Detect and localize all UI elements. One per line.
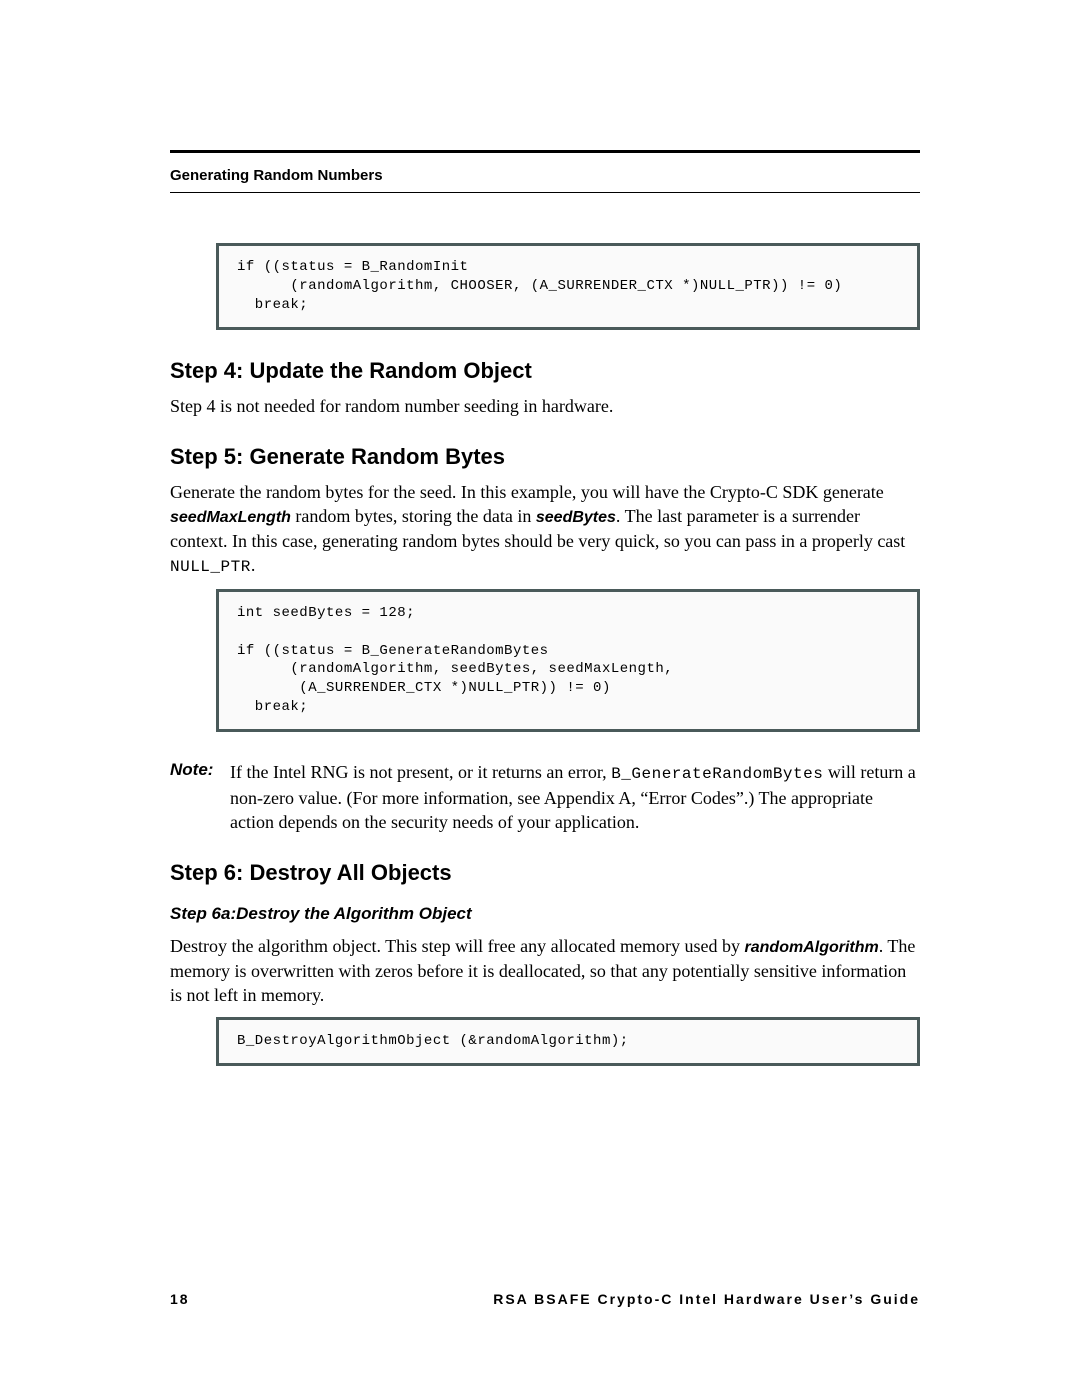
code-block-destroy: B_DestroyAlgorithmObject (&randomAlgorit… <box>216 1017 920 1066</box>
note-label: Note: <box>170 760 230 834</box>
page: Generating Random Numbers if ((status = … <box>0 0 1080 1397</box>
randomalgorithm-kw: randomAlgorithm <box>745 939 879 956</box>
seedmaxlength-kw: seedMaxLength <box>170 509 291 526</box>
step5-text-b: random bytes, storing the data in <box>291 506 536 526</box>
step6-text-a: Destroy the algorithm object. This step … <box>170 936 745 956</box>
step5-text-a: Generate the random bytes for the seed. … <box>170 482 884 502</box>
step5-para: Generate the random bytes for the seed. … <box>170 480 920 579</box>
top-rule <box>170 150 920 153</box>
page-number: 18 <box>170 1291 190 1307</box>
note-mono: B_GenerateRandomBytes <box>611 765 823 783</box>
thin-rule <box>170 192 920 193</box>
running-head: Generating Random Numbers <box>170 167 920 184</box>
code-block-randominit: if ((status = B_RandomInit (randomAlgori… <box>216 243 920 330</box>
note-body: If the Intel RNG is not present, or it r… <box>230 760 920 834</box>
seedbytes-kw: seedBytes <box>536 509 616 526</box>
step6a-title: Step 6a:Destroy the Algorithm Object <box>170 904 920 924</box>
code-block-generate: int seedBytes = 128; if ((status = B_Gen… <box>216 589 920 732</box>
doc-title-footer: RSA BSAFE Crypto-C Intel Hardware User’s… <box>493 1291 920 1307</box>
step6-para: Destroy the algorithm object. This step … <box>170 934 920 1007</box>
page-footer: 18 RSA BSAFE Crypto-C Intel Hardware Use… <box>170 1291 920 1307</box>
step4-title: Step 4: Update the Random Object <box>170 358 920 384</box>
step5-title: Step 5: Generate Random Bytes <box>170 444 920 470</box>
nullptr-inline: NULL_PTR <box>170 558 251 576</box>
step6-title: Step 6: Destroy All Objects <box>170 860 920 886</box>
note-text-a: If the Intel RNG is not present, or it r… <box>230 762 611 782</box>
note-block: Note: If the Intel RNG is not present, o… <box>170 760 920 834</box>
step4-para: Step 4 is not needed for random number s… <box>170 394 920 418</box>
step5-text-d: . <box>251 555 256 575</box>
